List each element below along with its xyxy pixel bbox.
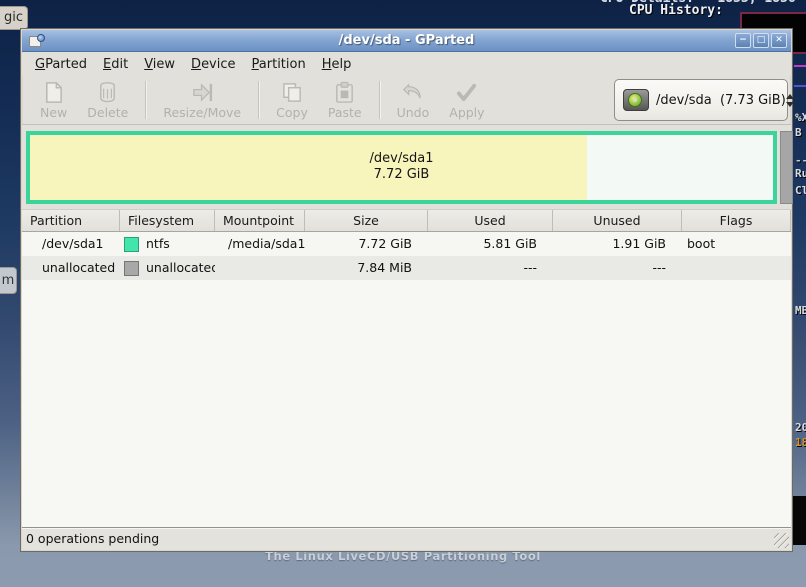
toolbar-button-label: Copy bbox=[276, 105, 308, 120]
copy-icon bbox=[281, 81, 304, 104]
resize-move-icon bbox=[191, 81, 214, 104]
resize-move-button[interactable]: Resize/Move bbox=[153, 79, 251, 122]
paste-icon bbox=[333, 81, 356, 104]
filesystem-color-swatch bbox=[124, 261, 139, 276]
minimize-button[interactable]: − bbox=[735, 33, 751, 48]
partition-box-sda1[interactable]: /dev/sda1 7.72 GiB bbox=[26, 131, 777, 204]
column-header-partition[interactable]: Partition bbox=[22, 210, 120, 231]
toolbar-button-label: Paste bbox=[328, 105, 362, 120]
spinner-arrows-icon[interactable] bbox=[786, 94, 794, 107]
operations-pending-text: 0 operations pending bbox=[26, 531, 159, 546]
resize-grip[interactable] bbox=[774, 533, 789, 548]
cell-used: --- bbox=[428, 256, 553, 280]
table-row-unallocated[interactable]: unallocatedunallocated7.84 MiB------ bbox=[22, 256, 791, 280]
cell-unused: 1.91 GiB bbox=[553, 232, 682, 256]
desktop-tab-m[interactable]: m bbox=[0, 267, 17, 294]
device-selector[interactable]: /dev/sda (7.73 GiB) bbox=[614, 79, 788, 121]
table-header-row: PartitionFilesystemMountpointSizeUsedUnu… bbox=[22, 209, 791, 232]
menu-view[interactable]: View bbox=[136, 55, 183, 74]
monitor-graph-edge-line bbox=[794, 65, 806, 67]
menu-partition[interactable]: Partition bbox=[244, 55, 314, 74]
cell-partition: unallocated bbox=[22, 256, 120, 280]
maximize-button[interactable]: □ bbox=[753, 33, 769, 48]
cell-size: 7.84 MiB bbox=[305, 256, 428, 280]
cell-mountpoint bbox=[215, 256, 305, 280]
monitor-text-fragment: 20 bbox=[795, 421, 806, 434]
paste-button[interactable]: Paste bbox=[318, 79, 372, 122]
menubar: GPartedEditViewDevicePartitionHelp bbox=[22, 53, 791, 76]
toolbar-button-label: Delete bbox=[87, 105, 128, 120]
menu-device[interactable]: Device bbox=[183, 55, 243, 74]
apply-icon bbox=[455, 81, 478, 104]
cell-filesystem: unallocated bbox=[120, 256, 215, 280]
toolbar-separator bbox=[258, 81, 259, 119]
toolbar-button-label: Apply bbox=[449, 105, 484, 120]
toolbar-button-label: Undo bbox=[397, 105, 430, 120]
column-header-used[interactable]: Used bbox=[428, 210, 553, 231]
menu-gparted[interactable]: GParted bbox=[27, 55, 95, 74]
desktop: CPU Details: 1833, 1836 CPU History: %XB… bbox=[0, 0, 806, 587]
monitor-text-fragment: B bbox=[795, 126, 802, 139]
monitor-text-fragment: -- bbox=[795, 154, 806, 167]
column-header-filesystem[interactable]: Filesystem bbox=[120, 210, 215, 231]
partition-table: PartitionFilesystemMountpointSizeUsedUnu… bbox=[22, 209, 791, 527]
monitor-text-fragment: 18 bbox=[795, 436, 806, 449]
undo-icon bbox=[401, 81, 424, 104]
toolbar-separator bbox=[145, 81, 146, 119]
undo-button[interactable]: Undo bbox=[387, 79, 440, 122]
monitor-text-fragment: Cl bbox=[795, 184, 806, 197]
column-header-flags[interactable]: Flags bbox=[682, 210, 791, 231]
statusbar: 0 operations pending bbox=[22, 527, 791, 550]
cell-unused: --- bbox=[553, 256, 682, 280]
cell-size: 7.72 GiB bbox=[305, 232, 428, 256]
disk-icon bbox=[623, 89, 649, 111]
apply-button[interactable]: Apply bbox=[439, 79, 494, 122]
column-header-unused[interactable]: Unused bbox=[553, 210, 682, 231]
toolbar-separator bbox=[379, 81, 380, 119]
cell-mountpoint: /media/sda1 bbox=[215, 232, 305, 256]
cpu-history-label: CPU History: bbox=[629, 3, 723, 18]
column-header-size[interactable]: Size bbox=[305, 210, 428, 231]
toolbar-button-label: Resize/Move bbox=[163, 105, 241, 120]
cell-flags bbox=[682, 256, 791, 280]
device-selector-value: /dev/sda (7.73 GiB) bbox=[656, 93, 786, 108]
gparted-window: /dev/sda - GParted −□✕ GPartedEditViewDe… bbox=[20, 28, 793, 552]
desktop-tab-magic[interactable]: gic bbox=[0, 6, 28, 30]
filesystem-color-swatch bbox=[124, 237, 139, 252]
monitor-text-fragment: Ru bbox=[795, 167, 806, 180]
cell-flags: boot bbox=[682, 232, 791, 256]
delete-button[interactable]: Delete bbox=[77, 79, 138, 122]
new-icon bbox=[42, 81, 65, 104]
window-title: /dev/sda - GParted bbox=[22, 33, 791, 48]
titlebar[interactable]: /dev/sda - GParted −□✕ bbox=[22, 30, 791, 52]
toolbar-button-label: New bbox=[40, 105, 67, 120]
cell-filesystem: ntfs bbox=[120, 232, 215, 256]
cell-partition: /dev/sda1 bbox=[22, 232, 120, 256]
monitor-text-fragment: %X bbox=[795, 111, 806, 124]
monitor-graph-edge-line bbox=[794, 85, 806, 87]
table-row--dev-sda1[interactable]: /dev/sda1ntfs/media/sda17.72 GiB5.81 GiB… bbox=[22, 232, 791, 256]
copy-button[interactable]: Copy bbox=[266, 79, 318, 122]
partition-visual-area: /dev/sda1 7.72 GiB bbox=[22, 125, 791, 209]
cell-used: 5.81 GiB bbox=[428, 232, 553, 256]
delete-icon bbox=[96, 81, 119, 104]
partition-box-unallocated[interactable] bbox=[780, 131, 793, 204]
column-header-mountpoint[interactable]: Mountpoint bbox=[215, 210, 305, 231]
new-button[interactable]: New bbox=[30, 79, 77, 122]
partition-box-label: /dev/sda1 7.72 GiB bbox=[30, 151, 773, 185]
menu-help[interactable]: Help bbox=[314, 55, 360, 74]
close-button[interactable]: ✕ bbox=[771, 33, 787, 48]
menu-edit[interactable]: Edit bbox=[95, 55, 136, 74]
monitor-text-fragment: MB bbox=[795, 304, 806, 317]
